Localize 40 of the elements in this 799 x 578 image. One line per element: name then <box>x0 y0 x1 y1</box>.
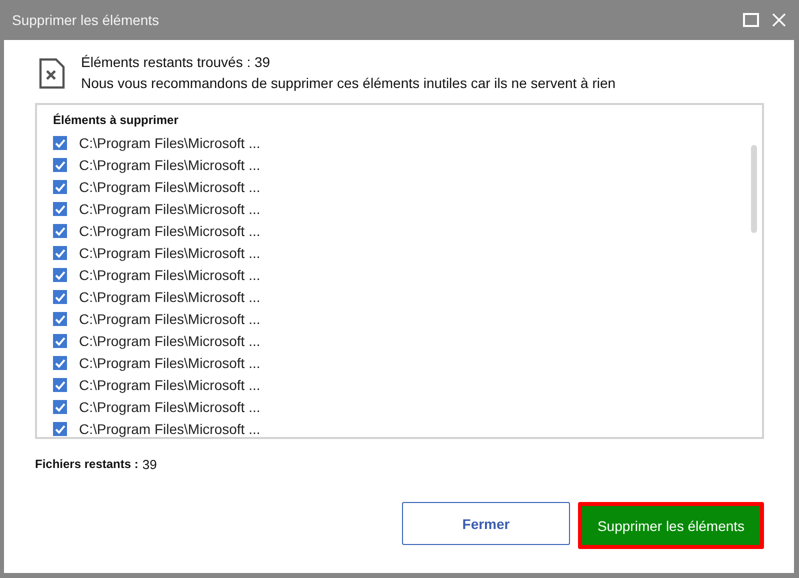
scrollbar[interactable] <box>751 145 757 233</box>
file-path: C:\Program Files\Microsoft ... <box>79 311 260 327</box>
remaining-files-count: 39 <box>142 457 157 472</box>
file-path: C:\Program Files\Microsoft ... <box>79 377 260 393</box>
file-path: C:\Program Files\Microsoft ... <box>79 179 260 195</box>
checkbox[interactable] <box>53 224 67 238</box>
checkbox[interactable] <box>53 422 67 436</box>
checkbox[interactable] <box>53 158 67 172</box>
checkbox[interactable] <box>53 356 67 370</box>
file-path: C:\Program Files\Microsoft ... <box>79 355 260 371</box>
checkbox[interactable] <box>53 246 67 260</box>
checkbox[interactable] <box>53 400 67 414</box>
checkbox[interactable] <box>53 290 67 304</box>
file-path: C:\Program Files\Microsoft ... <box>79 223 260 239</box>
recommendation-text: Nous vous recommandons de supprimer ces éléments inutiles car ils ne servent à rien <box>81 75 616 91</box>
checkbox[interactable] <box>53 312 67 326</box>
file-path: C:\Program Files\Microsoft ... <box>79 267 260 283</box>
checkbox[interactable] <box>53 334 67 348</box>
checkbox[interactable] <box>53 268 67 282</box>
file-path: C:\Program Files\Microsoft ... <box>79 399 260 415</box>
close-button[interactable]: Fermer <box>402 502 570 545</box>
file-path: C:\Program Files\Microsoft ... <box>79 201 260 217</box>
checkbox[interactable] <box>53 136 67 150</box>
checkbox[interactable] <box>53 378 67 392</box>
file-path: C:\Program Files\Microsoft ... <box>79 289 260 305</box>
close-icon[interactable] <box>772 13 786 27</box>
remaining-files-label: Fichiers restants : <box>35 457 138 472</box>
checkbox[interactable] <box>53 180 67 194</box>
file-path: C:\Program Files\Microsoft ... <box>79 135 260 151</box>
window-title: Supprimer les éléments <box>12 12 160 28</box>
file-path: C:\Program Files\Microsoft ... <box>79 333 260 349</box>
checkbox[interactable] <box>53 202 67 216</box>
file-path: C:\Program Files\Microsoft ... <box>79 157 260 173</box>
found-count-text: Éléments restants trouvés : 39 <box>81 54 272 70</box>
list-heading: Éléments à supprimer <box>53 113 180 127</box>
file-delete-icon <box>39 58 65 89</box>
delete-button[interactable]: Supprimer les éléments <box>578 502 764 549</box>
maximize-icon[interactable] <box>743 13 759 27</box>
file-path: C:\Program Files\Microsoft ... <box>79 245 260 261</box>
file-path: C:\Program Files\Microsoft ... <box>79 421 260 437</box>
